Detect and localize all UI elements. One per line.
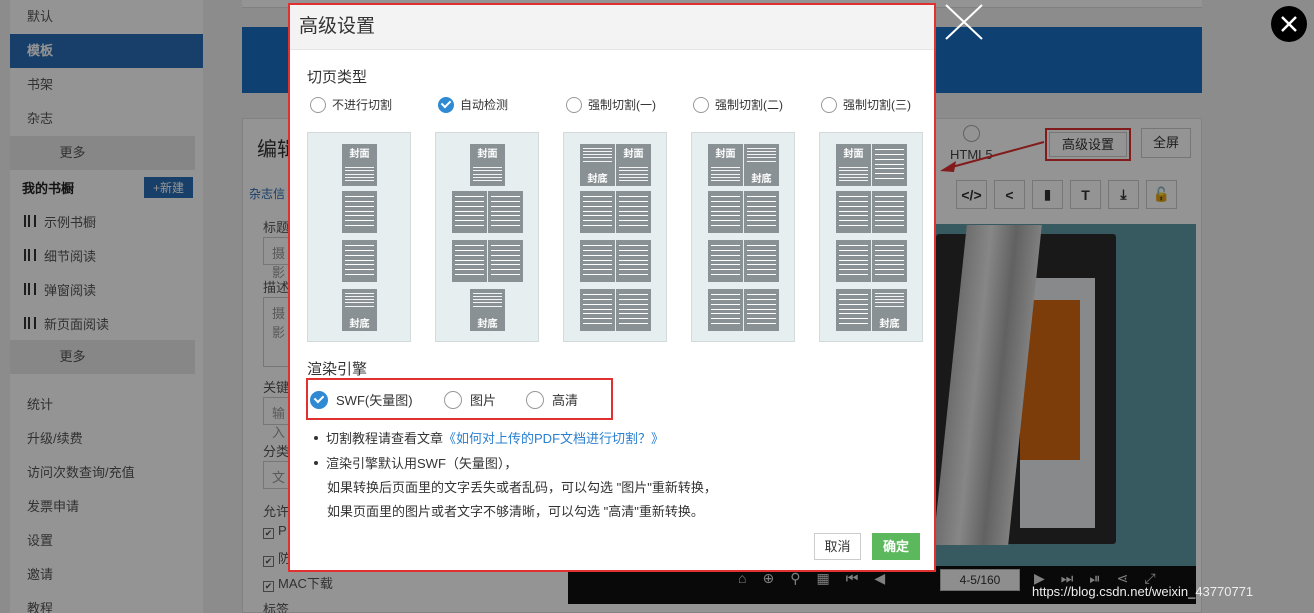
page-thumb <box>580 289 615 331</box>
diagram-force-2[interactable]: 封面封底 <box>691 132 795 342</box>
page-thumb-labeled: 封底 <box>872 289 907 331</box>
radio-icon <box>310 96 326 113</box>
page-thumb-labeled: 封面 <box>470 144 505 186</box>
diagram-auto[interactable]: 封面 封底 <box>435 132 539 342</box>
page-caption: 封底 <box>751 174 772 185</box>
page-thumb <box>708 240 743 282</box>
render-option-swf[interactable]: SWF(矢量图) <box>310 390 413 409</box>
page-caption: 封底 <box>349 319 370 330</box>
render-option-image[interactable]: 图片 <box>444 390 496 409</box>
dialog-title: 高级设置 <box>290 5 934 50</box>
radio-icon <box>444 390 462 409</box>
page-caption: 封底 <box>477 319 498 330</box>
cut-option-force-2[interactable]: 强制切割(二) <box>693 96 783 113</box>
page-caption: 封面 <box>843 149 864 160</box>
page-thumb <box>872 144 907 186</box>
page-thumb <box>342 191 377 233</box>
radio-icon <box>821 96 837 113</box>
page-thumb <box>836 191 871 233</box>
page-thumb <box>616 191 651 233</box>
page-thumb-labeled: 封底 <box>580 144 615 186</box>
cut-option-force-1[interactable]: 强制切割(一) <box>566 96 656 113</box>
page-thumb-labeled: 封面 <box>342 144 377 186</box>
render-option-label: 高清 <box>552 393 579 408</box>
page-thumb <box>744 240 779 282</box>
note-render-default: 渲染引擎默认用SWF（矢量图）， <box>314 453 517 472</box>
page-thumb <box>708 191 743 233</box>
page-thumb <box>872 191 907 233</box>
diagram-no-cut[interactable]: 封面 封底 <box>307 132 411 342</box>
page-thumb-labeled: 封面 <box>616 144 651 186</box>
page-thumb <box>872 240 907 282</box>
cut-option-none[interactable]: 不进行切割 <box>310 96 392 113</box>
note-text: 切割教程请查看文章 <box>326 431 444 446</box>
page-caption: 封面 <box>623 149 644 160</box>
note-tutorial: 切割教程请查看文章《如何对上传的PDF文档进行切割？》 <box>314 428 664 447</box>
page-thumb <box>836 240 871 282</box>
radio-icon <box>693 96 709 113</box>
note-text: 渲染引擎默认用SWF（矢量图）， <box>326 456 518 471</box>
radio-checked-icon <box>438 96 454 113</box>
page-thumb-labeled: 封面 <box>836 144 871 186</box>
render-option-label: 图片 <box>470 393 497 408</box>
page-thumb <box>616 240 651 282</box>
page-thumb-labeled: 封底 <box>342 289 377 331</box>
page-caption: 封面 <box>477 149 498 160</box>
page-thumb <box>488 191 523 233</box>
page-thumb <box>616 289 651 331</box>
render-option-hd[interactable]: 高清 <box>526 390 578 409</box>
cut-option-label: 自动检测 <box>460 98 509 112</box>
page-thumb <box>342 240 377 282</box>
diagram-force-1[interactable]: 封底 封面 <box>563 132 667 342</box>
radio-icon <box>526 390 544 409</box>
render-option-label: SWF(矢量图) <box>336 393 413 408</box>
page-thumb-labeled: 封底 <box>744 144 779 186</box>
page-thumb <box>452 191 487 233</box>
cut-option-force-3[interactable]: 强制切割(三) <box>821 96 911 113</box>
note-image-option: 如果转换后页面里的文字丢失或者乱码，可以勾选 "图片"重新转换， <box>327 480 717 495</box>
page-thumb-labeled: 封面 <box>708 144 743 186</box>
page-thumb <box>836 289 871 331</box>
note-hd-option: 如果页面里的图片或者文字不够清晰，可以勾选 "高清"重新转换。 <box>327 504 704 519</box>
page-caption: 封面 <box>349 149 370 160</box>
cancel-button[interactable]: 取消 <box>814 533 861 560</box>
close-icon[interactable] <box>943 2 985 42</box>
watermark: https://blog.csdn.net/weixin_43770771 <box>1032 584 1254 599</box>
page-thumb <box>580 191 615 233</box>
tutorial-link[interactable]: 《如何对上传的PDF文档进行切割？》 <box>443 431 664 446</box>
page-thumb <box>744 289 779 331</box>
close-circle-button[interactable] <box>1271 6 1307 42</box>
cut-option-label: 强制切割(二) <box>715 98 783 112</box>
page-thumb <box>708 289 743 331</box>
page-thumb <box>488 240 523 282</box>
advanced-settings-dialog: 高级设置 切页类型 不进行切割 自动检测 强制切割(一) 强制切割(二) 强制切… <box>288 3 936 572</box>
render-engine-title: 渲染引擎 <box>307 361 368 378</box>
page-thumb <box>744 191 779 233</box>
page-thumb-labeled: 封底 <box>470 289 505 331</box>
page-thumb <box>580 240 615 282</box>
page-caption: 封底 <box>587 174 608 185</box>
page-caption: 封底 <box>879 319 900 330</box>
radio-checked-icon <box>310 390 328 409</box>
confirm-button[interactable]: 确定 <box>872 533 920 560</box>
radio-icon <box>566 96 582 113</box>
cut-option-label: 强制切割(三) <box>843 98 911 112</box>
close-icon <box>1281 16 1297 32</box>
page-thumb <box>452 240 487 282</box>
cut-option-label: 强制切割(一) <box>588 98 656 112</box>
cut-option-auto[interactable]: 自动检测 <box>438 96 508 113</box>
cut-type-title: 切页类型 <box>307 69 368 86</box>
cut-option-label: 不进行切割 <box>332 98 393 112</box>
diagram-force-3[interactable]: 封面封底 <box>819 132 923 342</box>
page-caption: 封面 <box>715 149 736 160</box>
